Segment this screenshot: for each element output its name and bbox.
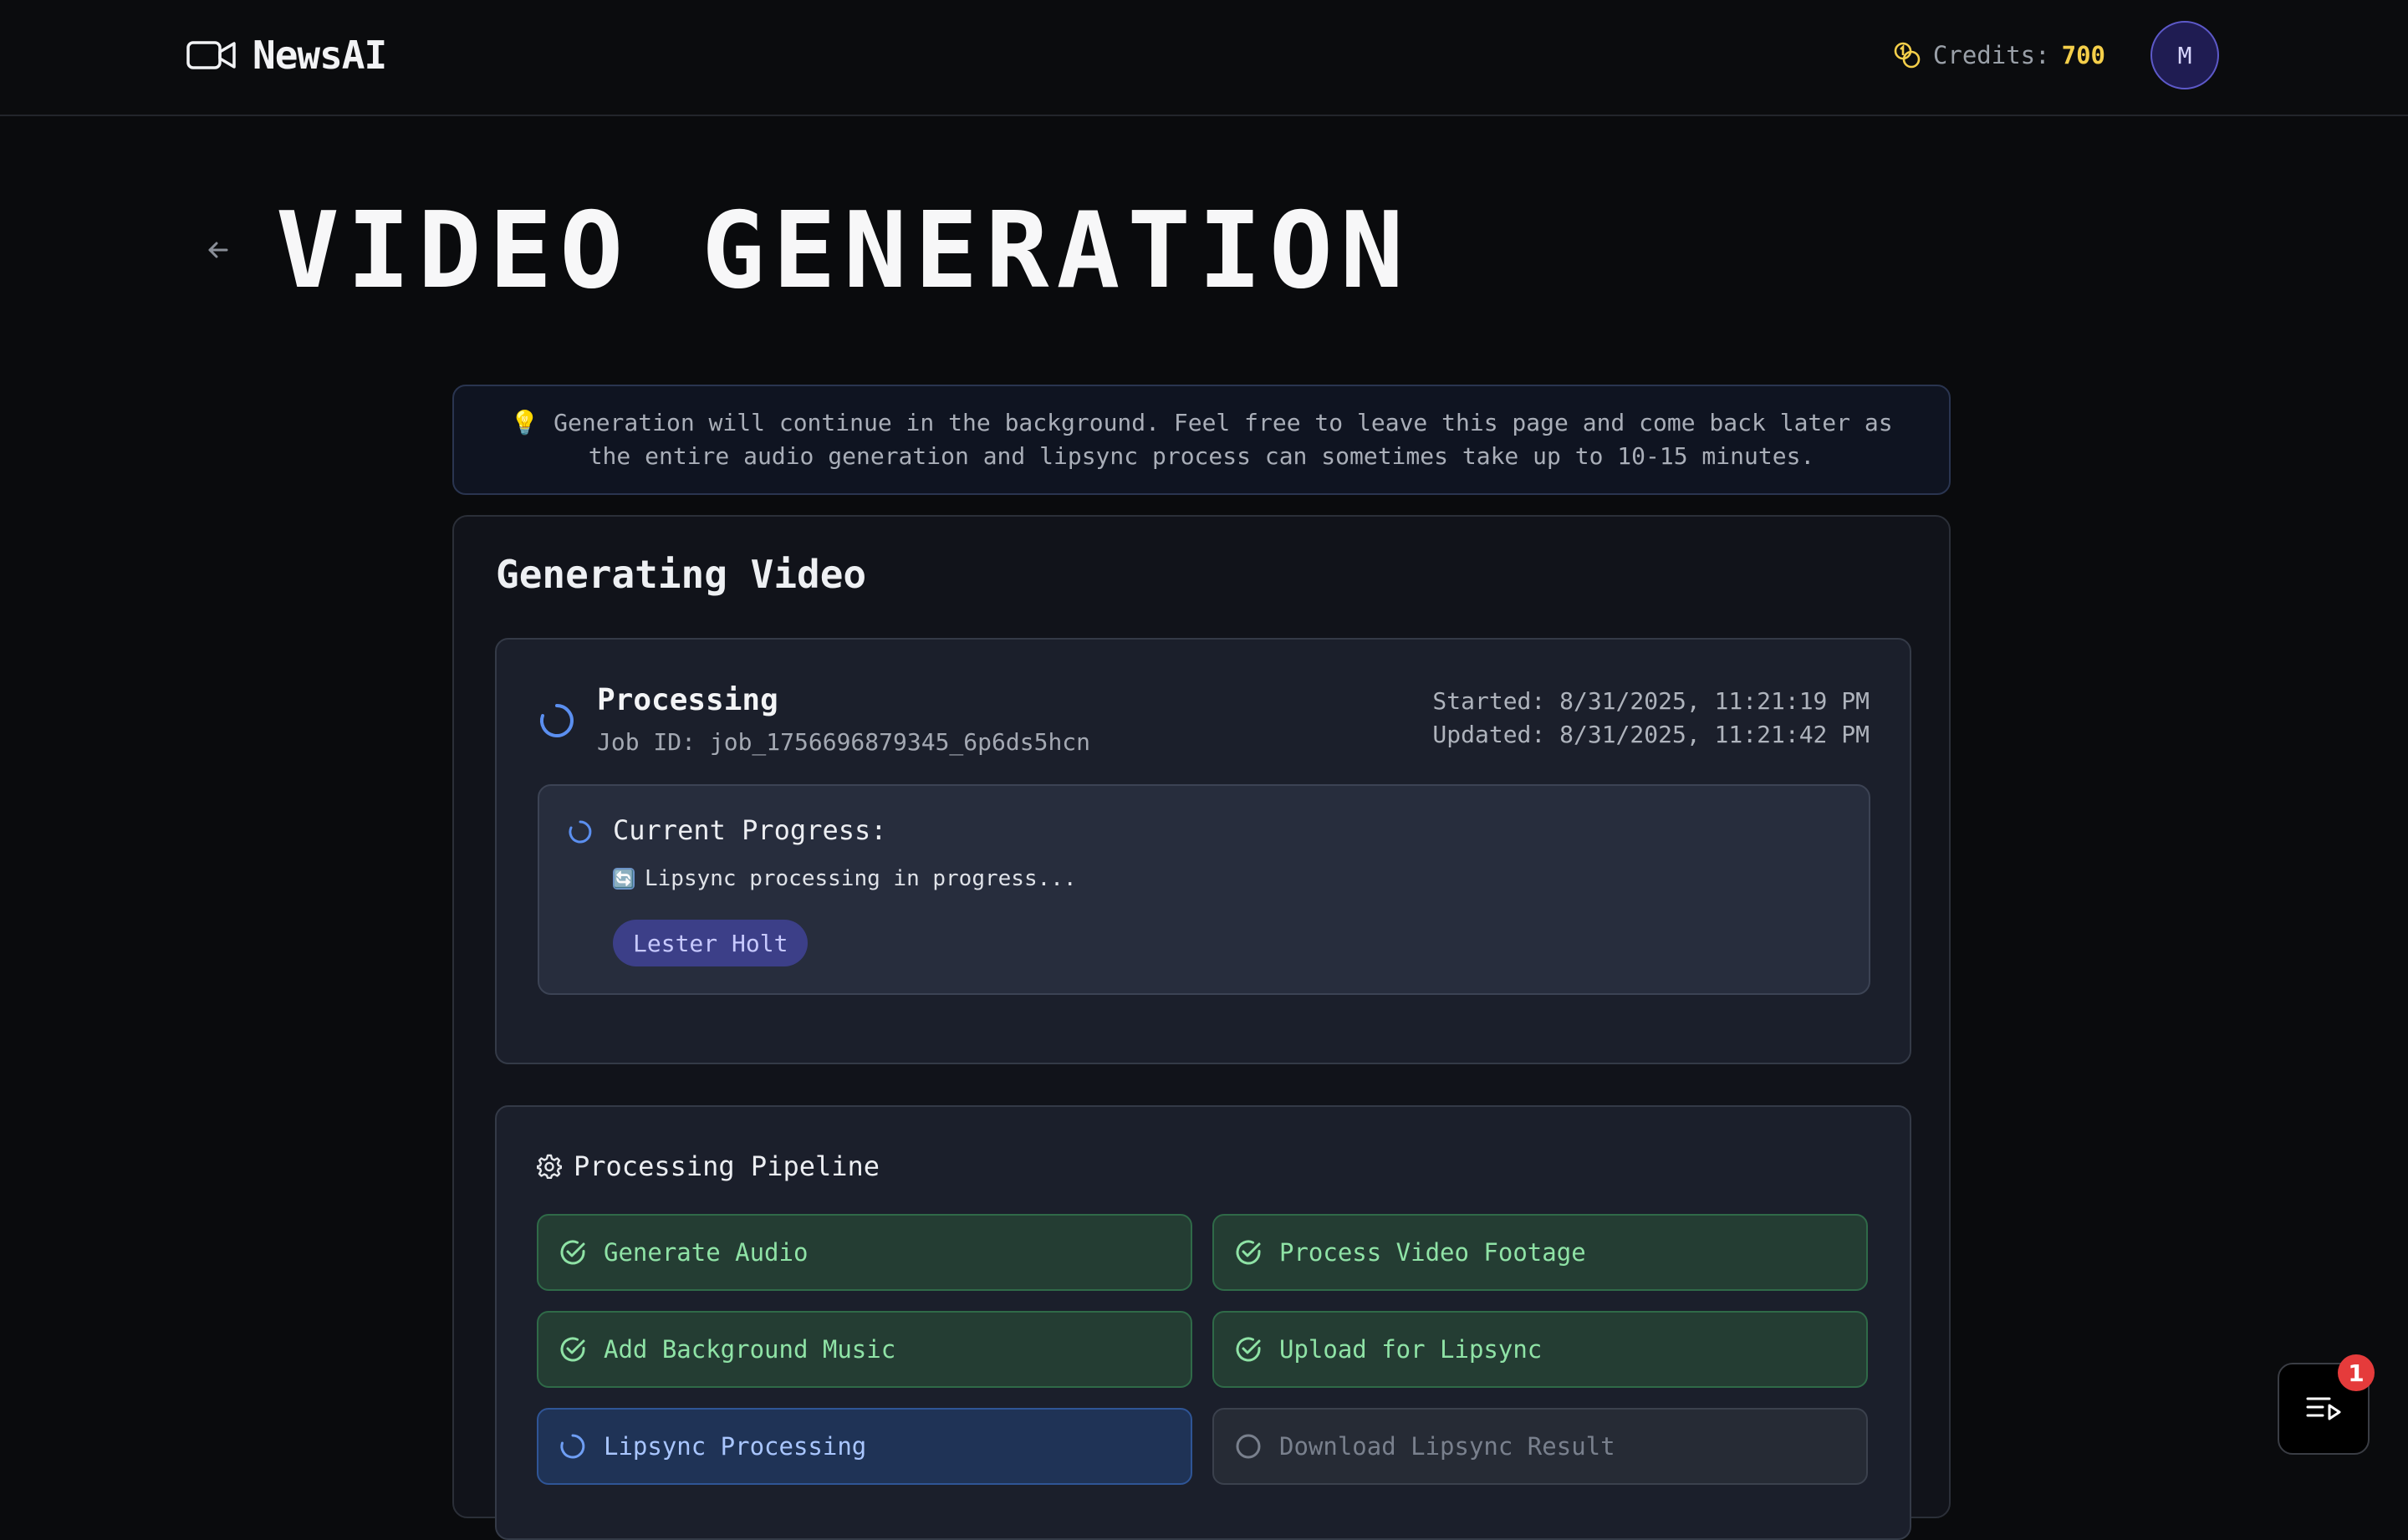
pipeline-step-add-background-music: Add Background Music [537,1311,1192,1388]
background-notice: 💡 Generation will continue in the backgr… [452,385,1951,495]
pipeline-step-generate-audio: Generate Audio [537,1214,1192,1291]
processing-pipeline: Processing Pipeline Generate Audio Proce… [495,1105,1911,1540]
pipeline-step-lipsync-processing: Lipsync Processing [537,1408,1192,1485]
check-circle-icon [560,1337,585,1362]
step-label: Download Lipsync Result [1279,1432,1615,1461]
presenter-tag: Lester Holt [613,920,809,966]
updated-time: Updated: 8/31/2025, 11:21:42 PM [1432,721,1870,748]
lightbulb-icon: 💡 [510,409,540,436]
credits-display: Credits: 700 [1893,37,2105,74]
current-progress-box: Current Progress: 🔄 Lipsync processing i… [538,784,1870,995]
started-time: Started: 8/31/2025, 11:21:19 PM [1432,687,1870,715]
check-circle-icon [560,1240,585,1265]
brand-name: NewsAI [253,33,387,78]
pipeline-step-process-video-footage: Process Video Footage [1212,1214,1868,1291]
notification-badge: 1 [2338,1354,2375,1391]
spinner-icon [539,704,574,737]
status-title: Processing [597,683,778,717]
page-title: VIDEO GENERATION [276,189,1411,312]
refresh-icon: 🔄 [613,868,635,890]
credits-value: 700 [2061,41,2105,69]
check-circle-icon [1236,1337,1261,1362]
notice-text: 💡 Generation will continue in the backgr… [504,406,1899,473]
video-camera-icon [186,41,236,69]
user-avatar[interactable]: M [2150,21,2219,89]
notice-message: Generation will continue in the backgrou… [554,409,1893,470]
pipeline-step-upload-for-lipsync: Upload for Lipsync [1212,1311,1868,1388]
check-circle-icon [1236,1240,1261,1265]
pipeline-header: Processing Pipeline [537,1150,880,1182]
arrow-left-icon[interactable] [204,236,232,264]
gear-icon [537,1154,562,1179]
top-bar: NewsAI Credits: 700 M [0,0,2408,116]
progress-message-text: Lipsync processing in progress... [645,866,1077,891]
credits-label: Credits: [1932,41,2050,69]
spinner-icon [560,1434,585,1459]
step-label: Lipsync Processing [604,1432,867,1461]
step-label: Upload for Lipsync [1279,1335,1543,1364]
job-id: Job ID: job_1756696879345_6p6ds5hcn [597,728,1091,756]
progress-label: Current Progress: [613,814,887,846]
step-label: Generate Audio [604,1238,809,1267]
pipeline-step-download-lipsync-result: Download Lipsync Result [1212,1408,1868,1485]
spinner-icon [569,820,592,844]
pipeline-title: Processing Pipeline [574,1150,880,1182]
card-title: Generating Video [496,552,867,597]
coins-icon [1894,42,1921,69]
step-label: Process Video Footage [1279,1238,1586,1267]
generation-card: Generating Video Processing Job ID: job_… [452,515,1951,1540]
timestamps: Started: 8/31/2025, 11:21:19 PM Updated:… [1432,685,1870,752]
brand-logo[interactable]: NewsAI [186,32,387,79]
playlist-icon [2306,1397,2341,1420]
progress-message: 🔄 Lipsync processing in progress... [613,866,1077,891]
step-label: Add Background Music [604,1335,896,1364]
job-status-card: Processing Job ID: job_1756696879345_6p6… [495,638,1911,1064]
empty-circle-icon [1236,1434,1261,1459]
